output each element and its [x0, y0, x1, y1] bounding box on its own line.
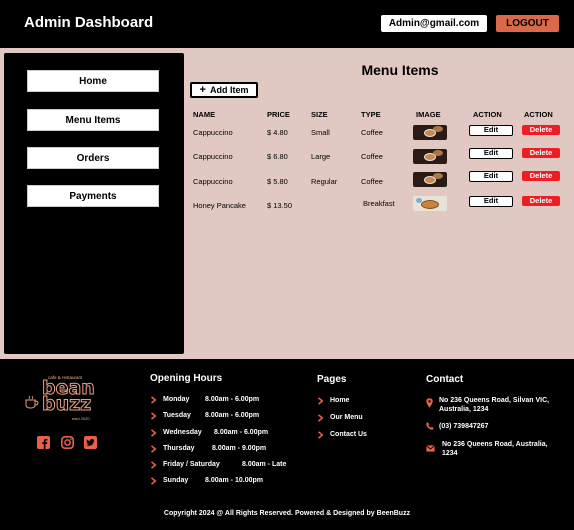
delete-button[interactable]: Delete — [522, 196, 560, 206]
hours-time: 8.00am - 6.00pm — [214, 429, 269, 436]
coffee-image — [413, 125, 447, 140]
chevron-right-icon — [317, 431, 324, 439]
cell-size: Large — [311, 152, 331, 161]
chevron-right-icon — [150, 477, 157, 485]
instagram-icon[interactable] — [61, 436, 74, 449]
sidebar-item-payments[interactable]: Payments — [27, 185, 159, 207]
cell-size: Small — [311, 128, 330, 137]
chevron-right-icon — [317, 397, 324, 405]
copyright-text: Copyright 2024 @ All Rights Reserved. Po… — [163, 510, 411, 517]
mail-icon — [426, 445, 435, 452]
logout-button[interactable]: LOGOUT — [496, 15, 559, 32]
contact-address-2: No 236 Queens Road, Australia, — [442, 441, 548, 448]
hours-day: Monday — [163, 396, 190, 403]
chevron-right-icon — [317, 414, 324, 422]
coffee-image — [413, 172, 447, 187]
column-header: NAME — [193, 110, 216, 119]
sidebar-item-home[interactable]: Home — [27, 70, 159, 92]
footer-link-our-menu[interactable]: Our Menu — [330, 414, 363, 421]
edit-button[interactable]: Edit — [469, 148, 513, 159]
page-title: Admin Dashboard — [24, 14, 154, 31]
coffee-cup-icon — [25, 395, 39, 409]
hours-day: Friday / Saturday — [163, 461, 220, 468]
cell-type: Coffee — [361, 152, 383, 161]
cell-price: $ 4.80 — [267, 128, 288, 137]
chevron-right-icon — [150, 412, 157, 420]
location-pin-icon — [426, 398, 433, 408]
contact-address: No 236 Queens Road, Silvan VIC, — [439, 397, 550, 404]
edit-button[interactable]: Edit — [469, 196, 513, 207]
cell-price: $ 6.80 — [267, 152, 288, 161]
chevron-right-icon — [150, 429, 157, 437]
add-item-label: Add Item — [209, 85, 249, 95]
cell-name: Cappuccino — [193, 177, 233, 186]
sidebar-item-orders[interactable]: Orders — [27, 147, 159, 169]
hours-day: Wednesday — [163, 429, 202, 436]
column-header: TYPE — [361, 110, 381, 119]
cell-name: Cappuccino — [193, 152, 233, 161]
add-item-button[interactable]: + Add Item — [190, 82, 258, 98]
beanbuzz-logo: cafe & restaurant bean buzz estd 2020 — [24, 375, 96, 433]
cell-size: Regular — [311, 177, 338, 186]
cell-type: Coffee — [361, 177, 383, 186]
twitter-icon[interactable] — [84, 436, 97, 449]
chevron-right-icon — [150, 445, 157, 453]
opening-hours-title: Opening Hours — [150, 373, 223, 384]
hours-time: 8.00am - Late — [242, 461, 287, 468]
edit-button[interactable]: Edit — [469, 171, 513, 182]
admin-email-badge: Admin@gmail.com — [381, 15, 487, 32]
hours-day: Tuesday — [163, 412, 191, 419]
pancake-image — [413, 196, 447, 211]
sidebar: Home Menu Items Orders Payments — [4, 53, 184, 354]
hours-time: 8.00am - 10.00pm — [205, 477, 263, 484]
cell-type: Coffee — [361, 128, 383, 137]
hours-day: Thursday — [163, 445, 195, 452]
hours-day: Sunday — [163, 477, 189, 484]
phone-icon — [426, 422, 434, 430]
hours-time: 8.00am - 9.00pm — [212, 445, 267, 452]
footer-link-home[interactable]: Home — [330, 397, 349, 404]
contact-title: Contact — [426, 374, 464, 385]
sidebar-item-menu-items[interactable]: Menu Items — [27, 109, 159, 131]
footer-link-contact-us[interactable]: Contact Us — [330, 431, 367, 438]
edit-button[interactable]: Edit — [469, 125, 513, 136]
cell-price: $ 5.80 — [267, 177, 288, 186]
contact-phone: (03) 739847267 — [439, 423, 489, 430]
header: Admin Dashboard Admin@gmail.com LOGOUT — [0, 0, 574, 48]
footer: cafe & restaurant bean buzz estd 2020 Op… — [0, 359, 574, 530]
menu-items-panel: Menu Items + Add Item NAME PRICE SIZE TYP… — [186, 48, 574, 359]
delete-button[interactable]: Delete — [522, 148, 560, 158]
coffee-image — [413, 149, 447, 164]
contact-address-line2: Australia, 1234 — [439, 406, 489, 413]
cell-price: $ 13.50 — [267, 201, 293, 210]
cell-name: Honey Pancake — [193, 201, 246, 210]
contact-address-2-line2: 1234 — [442, 450, 458, 457]
main-area: Home Menu Items Orders Payments Menu Ite… — [0, 48, 574, 359]
column-header: ACTION — [473, 110, 502, 119]
column-header: IMAGE — [416, 110, 441, 119]
section-heading: Menu Items — [361, 62, 439, 78]
pages-title: Pages — [317, 374, 347, 385]
column-header: PRICE — [267, 110, 290, 119]
delete-button[interactable]: Delete — [522, 171, 560, 181]
cell-name: Cappuccino — [193, 128, 233, 137]
delete-button[interactable]: Delete — [522, 125, 560, 135]
cell-type: Breakfast — [363, 199, 395, 208]
chevron-right-icon — [150, 461, 157, 469]
facebook-icon[interactable] — [37, 436, 50, 449]
chevron-right-icon — [150, 396, 157, 404]
plus-icon: + — [199, 84, 206, 96]
column-header: ACTION — [524, 110, 553, 119]
hours-time: 8.00am - 6.00pm — [205, 396, 260, 403]
column-header: SIZE — [311, 110, 328, 119]
hours-time: 8.00am - 6.00pm — [205, 412, 260, 419]
